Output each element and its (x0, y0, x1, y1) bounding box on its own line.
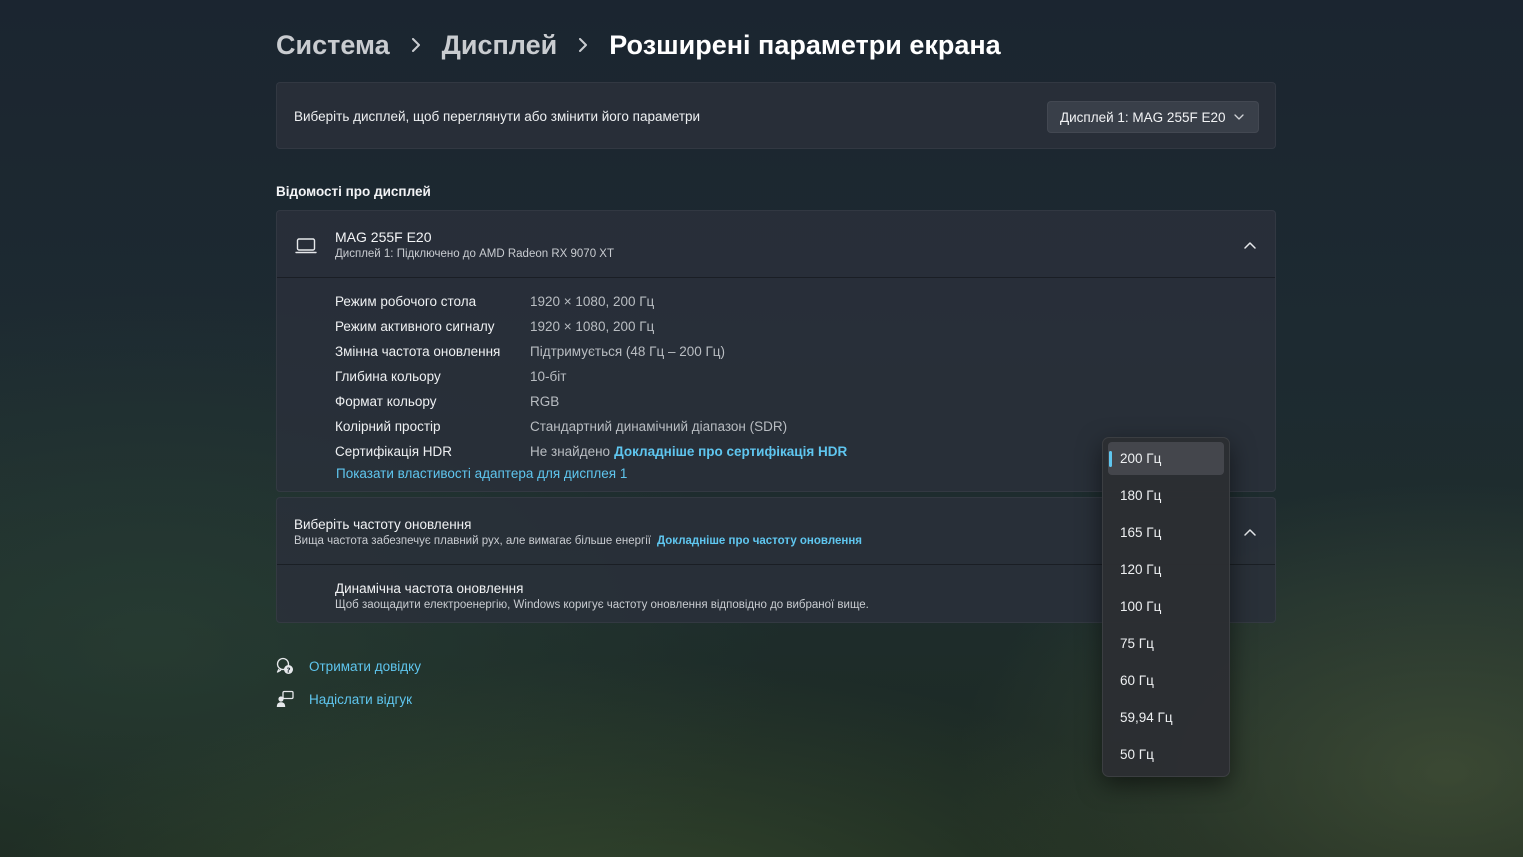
breadcrumb-chevron-right-icon (410, 38, 422, 52)
prop-value: Стандартний динамічний діапазон (SDR) (530, 419, 788, 434)
prop-key: Формат кольору (335, 394, 437, 409)
refresh-rate-subtitle: Вища частота забезпечує плавний рух, але… (294, 535, 862, 547)
refresh-rate-option-100[interactable]: 100 Гц (1108, 590, 1224, 623)
refresh-rate-option-180[interactable]: 180 Гц (1108, 479, 1224, 512)
prop-value: 1920 × 1080, 200 Гц (530, 319, 655, 334)
display-connection: Дисплей 1: Підключено до AMD Radeon RX 9… (335, 248, 614, 260)
breadcrumb: Система Дисплей Розширені параметри екра… (276, 28, 1001, 62)
chevron-down-icon (1234, 114, 1244, 120)
display-select-card: Виберіть дисплей, щоб переглянути або зм… (276, 82, 1276, 149)
refresh-rate-option-120[interactable]: 120 Гц (1108, 553, 1224, 586)
prop-key: Змінна частота оновлення (335, 344, 501, 359)
refresh-rate-option-60[interactable]: 60 Гц (1108, 664, 1224, 697)
refresh-rate-learn-more-link[interactable]: Докладніше про частоту оновлення (657, 535, 862, 547)
prop-row: Глибина кольору 10-біт (335, 364, 847, 389)
prop-row: Формат кольору RGB (335, 389, 847, 414)
breadcrumb-display[interactable]: Дисплей (442, 30, 558, 61)
help-chat-icon: ? (276, 657, 293, 674)
chevron-up-icon[interactable] (1243, 527, 1257, 537)
prop-row: Змінна частота оновлення Підтримується (… (335, 339, 847, 364)
get-help-link[interactable]: ? Отримати довідку (276, 657, 421, 675)
get-help-label: Отримати довідку (309, 658, 421, 674)
prop-value: Підтримується (48 Гц – 200 Гц) (530, 344, 726, 359)
monitor-icon (295, 238, 317, 254)
prop-value: RGB (530, 394, 560, 409)
feedback-person-icon (276, 690, 294, 707)
refresh-rate-description: Вища частота забезпечує плавний рух, але… (294, 535, 651, 547)
send-feedback-label: Надіслати відгук (309, 691, 413, 707)
prop-row: Режим робочого стола 1920 × 1080, 200 Гц (335, 289, 847, 314)
chevron-up-icon[interactable] (1243, 240, 1257, 250)
svg-text:?: ? (286, 666, 290, 674)
hdr-certification-link[interactable]: Докладніше про сертифікація HDR (614, 444, 847, 459)
refresh-rate-option-200[interactable]: 200 Гц (1108, 442, 1224, 475)
display-info-section-title: Відомості про дисплей (276, 184, 431, 199)
prop-row: Режим активного сигналу 1920 × 1080, 200… (335, 314, 847, 339)
refresh-rate-option-165[interactable]: 165 Гц (1108, 516, 1224, 549)
prop-value: Не знайдено (530, 444, 611, 459)
display-properties: Режим робочого стола 1920 × 1080, 200 Гц… (335, 289, 847, 464)
adapter-properties-link[interactable]: Показати властивості адаптера для диспле… (336, 466, 627, 481)
refresh-rate-option-50[interactable]: 50 Гц (1108, 738, 1224, 771)
prop-value: 10-біт (530, 369, 567, 384)
prop-key: Сертифікація HDR (335, 444, 453, 459)
display-info-header[interactable]: MAG 255F E20 Дисплей 1: Підключено до AM… (277, 211, 1275, 278)
prop-key: Колірний простір (335, 419, 441, 434)
prop-key: Глибина кольору (335, 369, 441, 384)
prop-value: 1920 × 1080, 200 Гц (530, 294, 655, 309)
send-feedback-link[interactable]: Надіслати відгук (276, 690, 412, 708)
breadcrumb-chevron-right-icon (577, 38, 589, 52)
refresh-rate-dropdown-menu: 200 Гц 180 Гц 165 Гц 120 Гц 100 Гц 75 Гц… (1102, 437, 1230, 777)
breadcrumb-system[interactable]: Система (276, 30, 390, 61)
prop-row: Сертифікація HDR Не знайдено Докладніше … (335, 439, 847, 464)
display-name: MAG 255F E20 (335, 229, 432, 245)
refresh-rate-option-75[interactable]: 75 Гц (1108, 627, 1224, 660)
prop-key: Режим робочого стола (335, 294, 477, 309)
prop-row: Колірний простір Стандартний динамічний … (335, 414, 847, 439)
refresh-rate-option-59-94[interactable]: 59,94 Гц (1108, 701, 1224, 734)
refresh-rate-title: Виберіть частоту оновлення (294, 517, 472, 532)
display-select-label: Виберіть дисплей, щоб переглянути або зм… (294, 109, 701, 124)
dynamic-refresh-subtitle: Щоб заощадити електроенергію, Windows ко… (335, 599, 869, 611)
display-dropdown[interactable]: Дисплей 1: MAG 255F E20 (1047, 101, 1259, 133)
prop-key: Режим активного сигналу (335, 319, 495, 334)
display-dropdown-value: Дисплей 1: MAG 255F E20 (1060, 109, 1226, 125)
page-title: Розширені параметри екрана (609, 29, 1001, 60)
dynamic-refresh-title: Динамічна частота оновлення (335, 581, 524, 596)
